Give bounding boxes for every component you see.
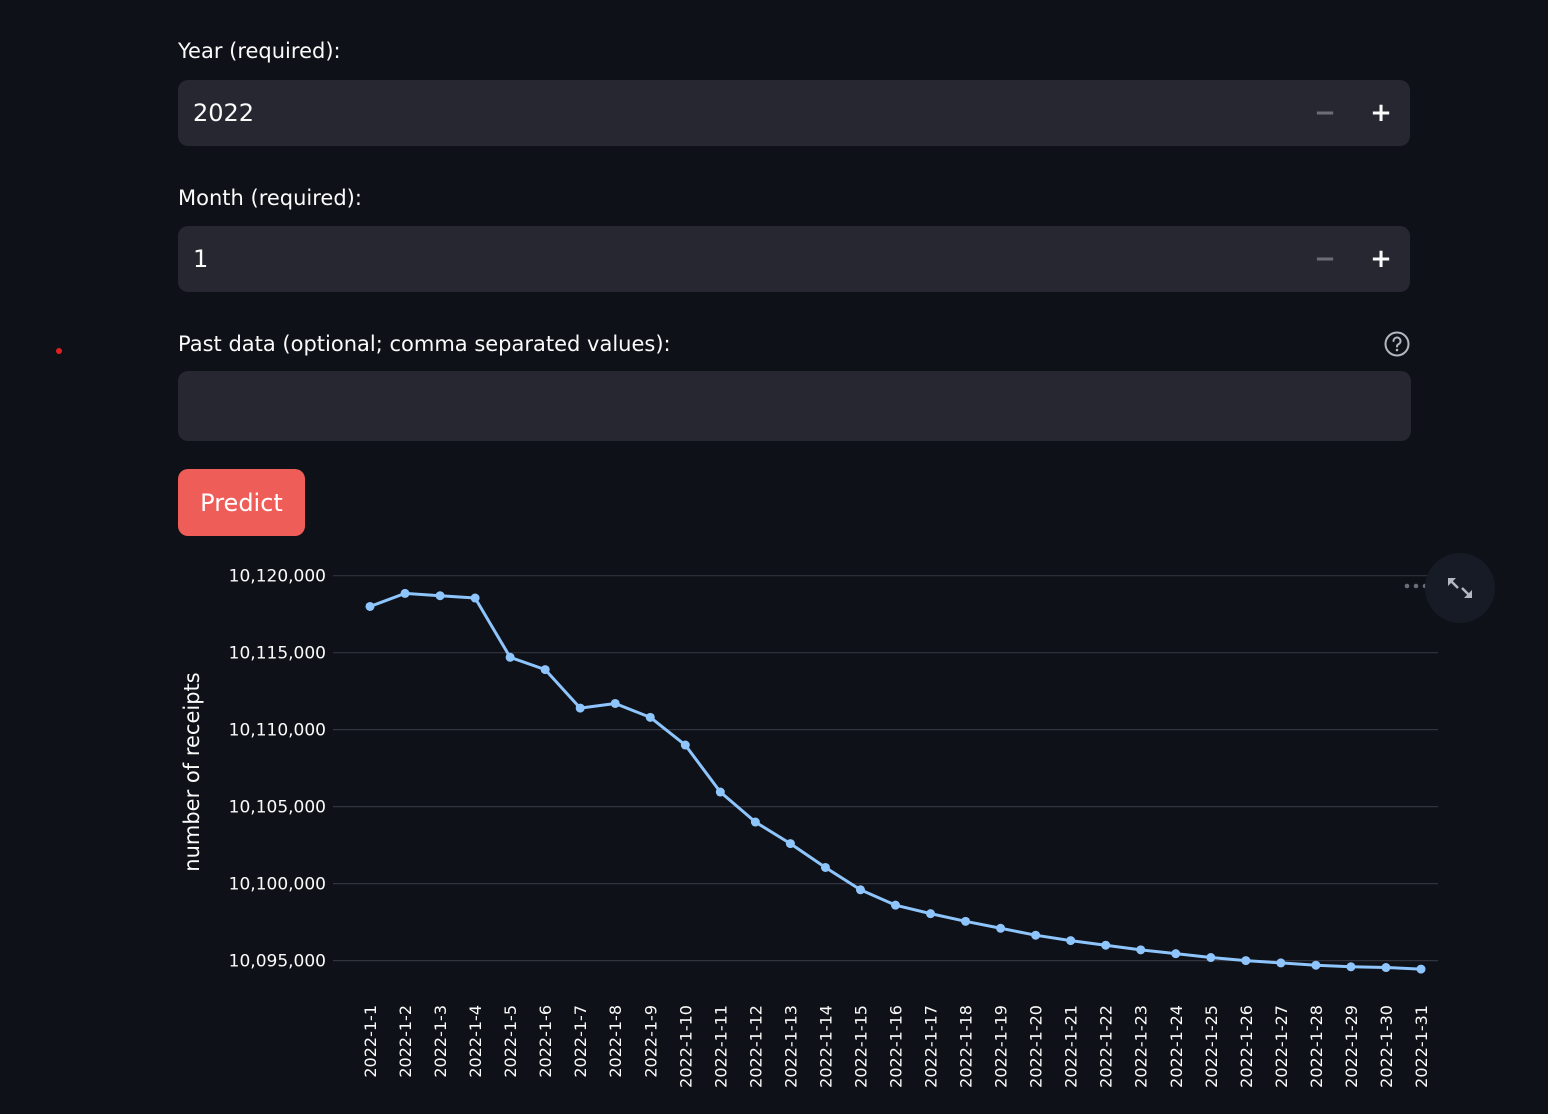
year-value[interactable]: 2022 bbox=[193, 97, 254, 129]
data-point[interactable] bbox=[505, 652, 515, 662]
x-tick-label: 2022-1-2 bbox=[396, 1005, 415, 1078]
x-tick-label: 2022-1-24 bbox=[1167, 1005, 1186, 1088]
x-tick-label: 2022-1-13 bbox=[781, 1005, 800, 1088]
data-point[interactable] bbox=[1311, 960, 1321, 970]
month-label: Month (required): bbox=[178, 186, 362, 210]
data-point[interactable] bbox=[750, 817, 760, 827]
fullscreen-button[interactable] bbox=[1425, 553, 1495, 623]
data-point[interactable] bbox=[1206, 953, 1216, 963]
data-point[interactable] bbox=[400, 588, 410, 598]
x-tick-label: 2022-1-10 bbox=[676, 1005, 695, 1088]
help-circle-icon[interactable] bbox=[1383, 330, 1411, 358]
x-tick-label: 2022-1-1 bbox=[361, 1005, 380, 1078]
data-point[interactable] bbox=[1031, 930, 1041, 940]
y-axis-label: number of receipts bbox=[180, 672, 204, 871]
month-number-input[interactable]: 1 − + bbox=[178, 226, 1410, 292]
data-point[interactable] bbox=[1066, 936, 1076, 946]
y-tick-label: 10,100,000 bbox=[229, 875, 326, 895]
data-point[interactable] bbox=[785, 839, 795, 849]
data-point[interactable] bbox=[1416, 964, 1426, 974]
x-tick-label: 2022-1-14 bbox=[816, 1005, 835, 1088]
x-tick-label: 2022-1-19 bbox=[992, 1005, 1011, 1088]
x-tick-label: 2022-1-29 bbox=[1342, 1005, 1361, 1088]
series-line bbox=[369, 591, 1422, 971]
y-tick-label: 10,105,000 bbox=[229, 798, 326, 818]
data-point[interactable] bbox=[575, 703, 585, 713]
x-tick-label: 2022-1-15 bbox=[851, 1005, 870, 1088]
x-tick-label: 2022-1-30 bbox=[1377, 1005, 1396, 1088]
x-tick-label: 2022-1-27 bbox=[1272, 1005, 1291, 1088]
x-tick-label: 2022-1-25 bbox=[1202, 1005, 1221, 1088]
data-point[interactable] bbox=[680, 740, 690, 750]
x-tick-label: 2022-1-21 bbox=[1062, 1005, 1081, 1088]
data-point[interactable] bbox=[820, 862, 830, 872]
data-point[interactable] bbox=[715, 787, 725, 797]
predict-button[interactable]: Predict bbox=[178, 469, 305, 536]
x-tick-label: 2022-1-3 bbox=[431, 1005, 450, 1078]
month-decrement-button[interactable]: − bbox=[1309, 243, 1341, 275]
x-tick-label: 2022-1-20 bbox=[1027, 1005, 1046, 1088]
x-tick-label: 2022-1-6 bbox=[536, 1005, 555, 1078]
data-point[interactable] bbox=[926, 909, 936, 919]
x-tick-label: 2022-1-16 bbox=[887, 1005, 906, 1088]
month-value[interactable]: 1 bbox=[193, 243, 208, 275]
year-label: Year (required): bbox=[178, 39, 341, 63]
data-point[interactable] bbox=[855, 885, 865, 895]
data-point[interactable] bbox=[961, 916, 971, 926]
data-point[interactable] bbox=[891, 900, 900, 910]
x-tick-label: 2022-1-7 bbox=[571, 1005, 590, 1078]
x-tick-label: 2022-1-22 bbox=[1097, 1005, 1116, 1088]
expand-icon bbox=[1448, 578, 1472, 598]
x-tick-label: 2022-1-23 bbox=[1132, 1005, 1151, 1088]
month-increment-button[interactable]: + bbox=[1365, 243, 1397, 275]
line-chart: 10,095,000 10,100,000 10,105,000 10,110,000… bbox=[180, 567, 1438, 1088]
data-point[interactable] bbox=[365, 601, 375, 611]
status-dot bbox=[56, 348, 62, 354]
x-tick-label: 2022-1-28 bbox=[1307, 1005, 1326, 1088]
past-data-input[interactable] bbox=[178, 371, 1411, 441]
x-tick-label: 2022-1-31 bbox=[1412, 1005, 1431, 1088]
x-tick-label: 2022-1-18 bbox=[957, 1005, 976, 1088]
year-number-input[interactable]: 2022 − + bbox=[178, 80, 1410, 146]
data-point[interactable] bbox=[1171, 949, 1181, 959]
x-tick-label: 2022-1-26 bbox=[1237, 1005, 1256, 1088]
past-data-label: Past data (optional; comma separated val… bbox=[178, 332, 671, 356]
x-tick-label: 2022-1-11 bbox=[711, 1005, 730, 1088]
app-page: Year (required): 2022 − + Month (require… bbox=[0, 0, 1548, 1114]
x-tick-label: 2022-1-9 bbox=[641, 1005, 660, 1078]
y-tick-label: 10,110,000 bbox=[229, 721, 326, 741]
x-tick-label: 2022-1-17 bbox=[922, 1005, 941, 1088]
year-increment-button[interactable]: + bbox=[1365, 97, 1397, 129]
x-tick-label: 2022-1-8 bbox=[606, 1005, 625, 1078]
x-tick-label: 2022-1-5 bbox=[501, 1005, 520, 1078]
data-point[interactable] bbox=[610, 698, 620, 708]
data-point[interactable] bbox=[1101, 940, 1111, 950]
data-point[interactable] bbox=[1241, 956, 1251, 966]
x-tick-label: 2022-1-12 bbox=[746, 1005, 765, 1088]
data-point[interactable] bbox=[1381, 963, 1391, 973]
data-point[interactable] bbox=[645, 712, 655, 722]
data-point[interactable] bbox=[1136, 945, 1146, 955]
data-point[interactable] bbox=[996, 923, 1006, 933]
data-point[interactable] bbox=[1346, 962, 1356, 972]
data-point[interactable] bbox=[470, 593, 480, 603]
data-point[interactable] bbox=[1276, 958, 1286, 968]
year-decrement-button[interactable]: − bbox=[1309, 97, 1341, 129]
y-tick-label: 10,115,000 bbox=[229, 644, 326, 664]
x-tick-label: 2022-1-4 bbox=[466, 1005, 485, 1078]
y-tick-label: 10,095,000 bbox=[229, 952, 326, 972]
data-point[interactable] bbox=[435, 591, 445, 601]
y-tick-label: 10,120,000 bbox=[229, 567, 326, 587]
data-point[interactable] bbox=[540, 665, 550, 675]
